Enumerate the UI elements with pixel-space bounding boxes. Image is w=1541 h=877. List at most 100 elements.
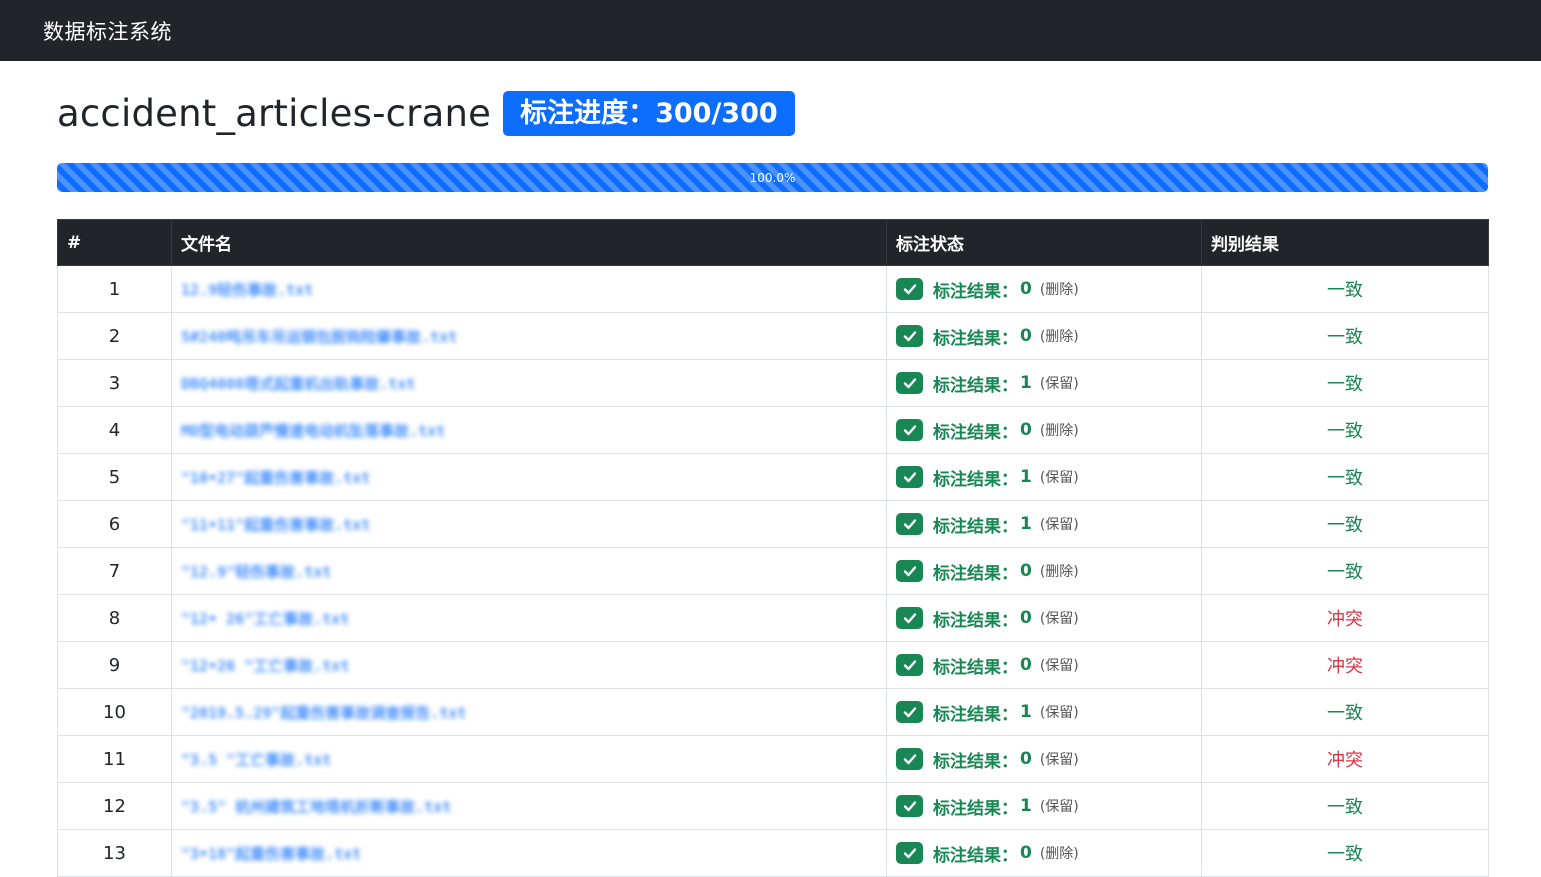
checkmark-icon	[896, 513, 923, 535]
status-value: 0	[1020, 608, 1032, 628]
filename-cell: 5#240吨吊车吊运钢包脱钩险肇事故.txt	[171, 312, 887, 360]
annotation-status: 标注结果： 0 (删除)	[896, 418, 1192, 443]
files-table: # 文件名 标注状态 判别结果 1 12.9轻伤事故.txt 标注结果： 0 (删除) 一…	[57, 219, 1489, 877]
status-action: (保留)	[1039, 752, 1079, 768]
judgement-result: 冲突	[1201, 594, 1489, 642]
status-cell: 标注结果： 0 (删除)	[886, 406, 1202, 454]
table-row: 3 DBQ4000塔式起重机出轨事故.txt 标注结果： 1 (保留) 一致	[57, 359, 1489, 407]
table-row: 4 MD型电动葫芦慢速电动机坠落事故.txt 标注结果： 0 (删除) 一致	[57, 406, 1489, 454]
filename-link[interactable]: "11•11"起重伤害事故.txt	[181, 516, 370, 534]
status-label: 标注结果：	[933, 845, 1018, 866]
status-cell: 标注结果： 1 (保留)	[886, 688, 1202, 736]
filename-link[interactable]: 5#240吨吊车吊运钢包脱钩险肇事故.txt	[181, 328, 457, 346]
status-cell: 标注结果： 1 (保留)	[886, 453, 1202, 501]
status-action: (保留)	[1039, 658, 1079, 674]
checkmark-icon	[896, 560, 923, 582]
status-value: 1	[1020, 514, 1032, 534]
annotation-status: 标注结果： 1 (保留)	[896, 465, 1192, 490]
filename-cell: MD型电动葫芦慢速电动机坠落事故.txt	[171, 406, 887, 454]
table-row: 7 "12.9"轻伤事故.txt 标注结果： 0 (删除) 一致	[57, 547, 1489, 595]
filename-cell: DBQ4000塔式起重机出轨事故.txt	[171, 359, 887, 407]
filename-link[interactable]: "12• 26"工亡事故.txt	[181, 610, 349, 628]
annotation-status: 标注结果： 0 (保留)	[896, 747, 1192, 772]
progress-badge: 标注进度：300/300	[503, 90, 795, 136]
filename-cell: "11•11"起重伤害事故.txt	[171, 500, 887, 548]
judgement-result: 一致	[1201, 829, 1489, 877]
annotation-status: 标注结果： 0 (保留)	[896, 606, 1192, 631]
row-index: 7	[57, 547, 172, 595]
filename-cell: "3.5" 杭州建筑工地塔机折断事故.txt	[171, 782, 887, 830]
judgement-result: 冲突	[1201, 735, 1489, 783]
status-label: 标注结果：	[933, 422, 1018, 443]
status-label: 标注结果：	[933, 281, 1018, 302]
filename-link[interactable]: "2019.5.29"起重伤害事故调查报告.txt	[181, 704, 466, 722]
status-action: (保留)	[1039, 611, 1079, 627]
row-index: 1	[57, 265, 172, 313]
filename-link[interactable]: 12.9轻伤事故.txt	[181, 281, 313, 299]
judgement-result: 一致	[1201, 547, 1489, 595]
status-value: 0	[1020, 326, 1032, 346]
checkmark-icon	[896, 278, 923, 300]
header-status: 标注状态	[886, 219, 1202, 266]
checkmark-icon	[896, 748, 923, 770]
filename-link[interactable]: DBQ4000塔式起重机出轨事故.txt	[181, 375, 415, 393]
status-cell: 标注结果： 1 (保留)	[886, 782, 1202, 830]
filename-link[interactable]: "10•27"起重伤害事故.txt	[181, 469, 370, 487]
judgement-result: 一致	[1201, 688, 1489, 736]
status-action: (删除)	[1039, 423, 1079, 439]
app-brand[interactable]: 数据标注系统	[43, 16, 172, 46]
filename-cell: "12.9"轻伤事故.txt	[171, 547, 887, 595]
status-action: (保留)	[1039, 517, 1079, 533]
status-cell: 标注结果： 0 (删除)	[886, 829, 1202, 877]
main-container: accident_articles-crane 标注进度：300/300 100…	[57, 61, 1489, 877]
checkmark-icon	[896, 701, 923, 723]
checkmark-icon	[896, 372, 923, 394]
dataset-title: accident_articles-crane	[57, 91, 492, 135]
judgement-result: 冲突	[1201, 641, 1489, 689]
filename-cell: "12• 26"工亡事故.txt	[171, 594, 887, 642]
filename-link[interactable]: "12•26 "工亡事故.txt	[181, 657, 349, 675]
status-value: 0	[1020, 561, 1032, 581]
checkmark-icon	[896, 842, 923, 864]
row-index: 6	[57, 500, 172, 548]
table-row: 1 12.9轻伤事故.txt 标注结果： 0 (删除) 一致	[57, 265, 1489, 313]
row-index: 13	[57, 829, 172, 877]
status-value: 0	[1020, 843, 1032, 863]
filename-link[interactable]: MD型电动葫芦慢速电动机坠落事故.txt	[181, 422, 445, 440]
judgement-result: 一致	[1201, 782, 1489, 830]
progress-track: 100.0%	[57, 163, 1488, 192]
filename-link[interactable]: "3.5 "工亡事故.txt	[181, 751, 331, 769]
annotation-status: 标注结果： 0 (删除)	[896, 324, 1192, 349]
status-action: (删除)	[1039, 846, 1079, 862]
filename-link[interactable]: "3.5" 杭州建筑工地塔机折断事故.txt	[181, 798, 451, 816]
row-index: 5	[57, 453, 172, 501]
status-label: 标注结果：	[933, 798, 1018, 819]
annotation-status: 标注结果： 1 (保留)	[896, 371, 1192, 396]
status-value: 1	[1020, 373, 1032, 393]
annotation-status: 标注结果： 0 (删除)	[896, 559, 1192, 584]
filename-link[interactable]: "3•18"起重伤害事故.txt	[181, 845, 361, 863]
status-action: (保留)	[1039, 470, 1079, 486]
annotation-status: 标注结果： 1 (保留)	[896, 512, 1192, 537]
table-row: 11 "3.5 "工亡事故.txt 标注结果： 0 (保留) 冲突	[57, 735, 1489, 783]
row-index: 12	[57, 782, 172, 830]
table-header-row: # 文件名 标注状态 判别结果	[57, 219, 1489, 266]
filename-cell: "3•18"起重伤害事故.txt	[171, 829, 887, 877]
filename-link[interactable]: "12.9"轻伤事故.txt	[181, 563, 331, 581]
annotation-status: 标注结果： 1 (保留)	[896, 700, 1192, 725]
progress-bar: 100.0%	[57, 163, 1488, 192]
status-label: 标注结果：	[933, 610, 1018, 631]
judgement-result: 一致	[1201, 312, 1489, 360]
judgement-result: 一致	[1201, 500, 1489, 548]
title-row: accident_articles-crane 标注进度：300/300	[57, 90, 1488, 136]
checkmark-icon	[896, 466, 923, 488]
status-value: 0	[1020, 420, 1032, 440]
top-navbar: 数据标注系统	[0, 0, 1541, 61]
status-label: 标注结果：	[933, 751, 1018, 772]
filename-cell: "3.5 "工亡事故.txt	[171, 735, 887, 783]
status-value: 1	[1020, 796, 1032, 816]
row-index: 2	[57, 312, 172, 360]
filename-cell: "2019.5.29"起重伤害事故调查报告.txt	[171, 688, 887, 736]
status-action: (保留)	[1039, 799, 1079, 815]
table-row: 6 "11•11"起重伤害事故.txt 标注结果： 1 (保留) 一致	[57, 500, 1489, 548]
